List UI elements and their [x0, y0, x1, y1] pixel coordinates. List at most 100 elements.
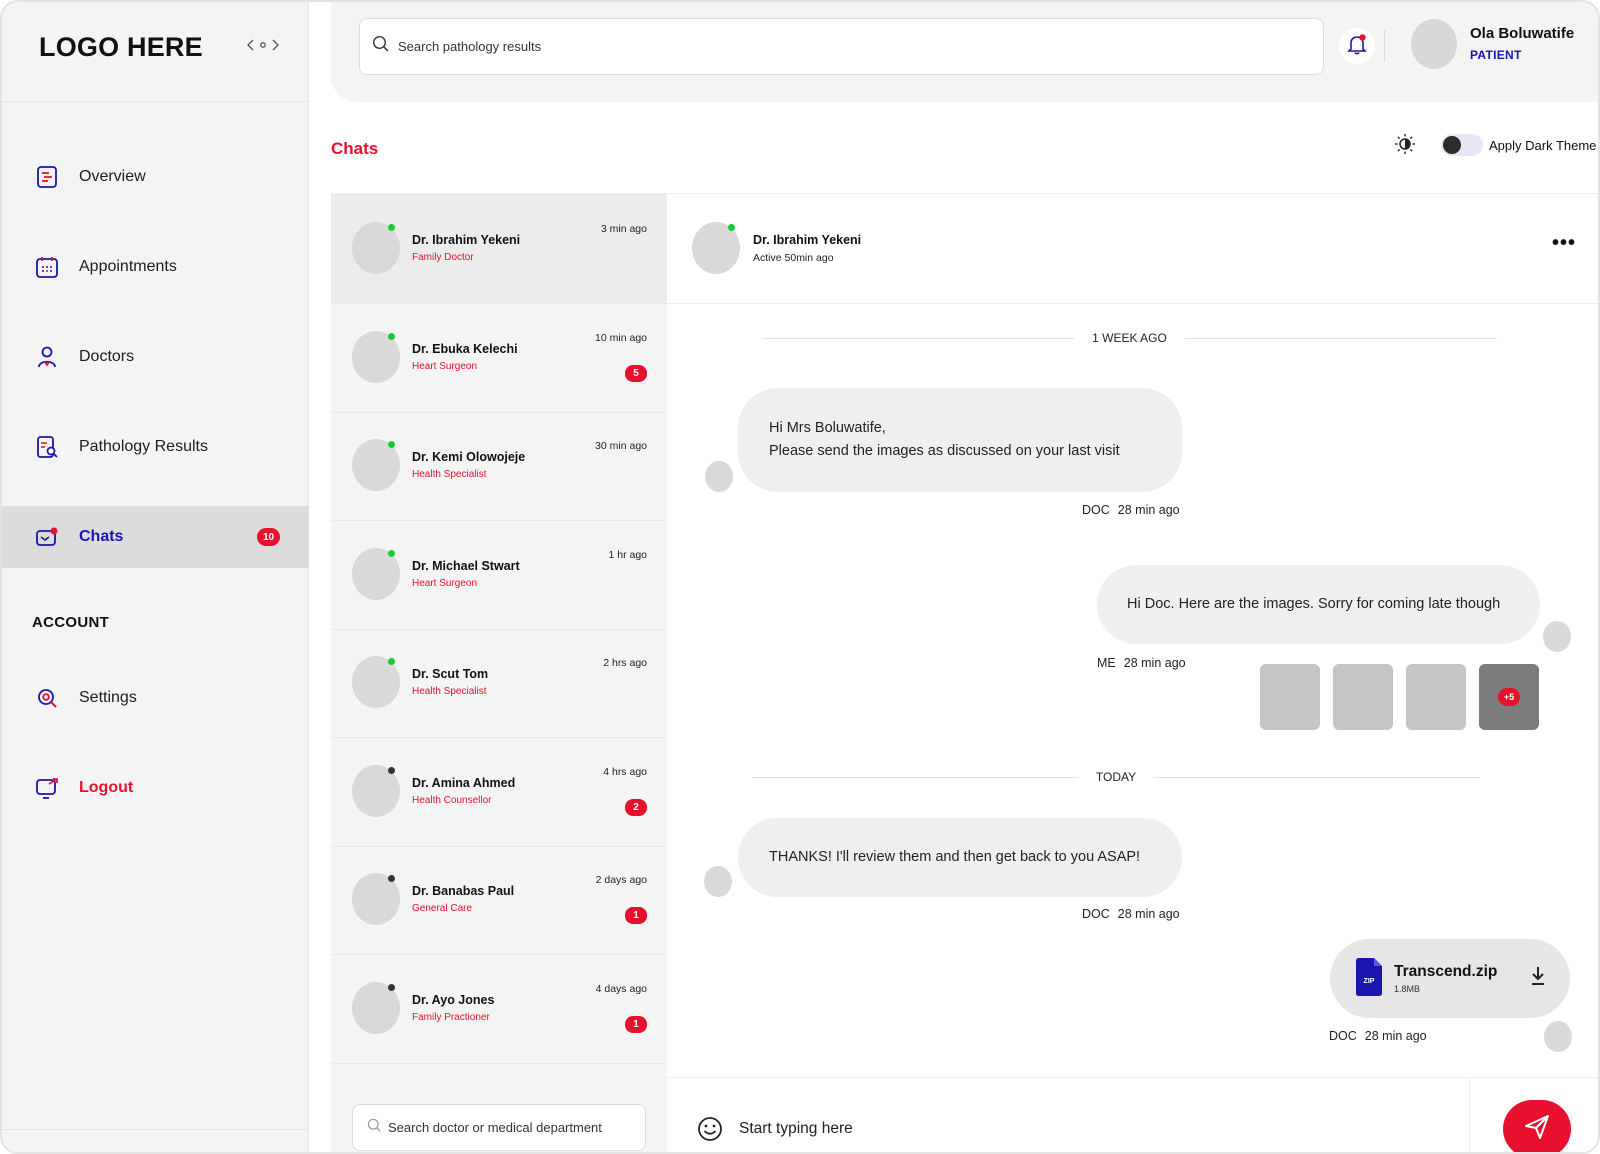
last-message-time: 4 hrs ago [603, 765, 647, 778]
collapse-sidebar-icon[interactable] [246, 38, 280, 55]
doctor-role: Health Specialist [412, 686, 487, 697]
message-time: 28 min ago [1364, 1029, 1427, 1043]
unread-badge: 10 [257, 528, 280, 546]
send-button[interactable] [1503, 1100, 1571, 1152]
more-horizontal-icon[interactable]: ••• [1552, 232, 1576, 255]
image-thumbnail[interactable] [1333, 664, 1393, 730]
file-name: Transcend.zip [1394, 963, 1498, 980]
search-input[interactable] [398, 39, 1278, 54]
send-icon [1523, 1113, 1551, 1146]
divider-label: 1 WEEK AGO [1092, 331, 1167, 345]
contact-name: Dr. Ibrahim Yekeni [753, 233, 862, 247]
settings-icon [35, 686, 59, 710]
doctor-name: Dr. Ayo Jones [412, 992, 495, 1007]
sidebar-item-logout[interactable]: Logout [2, 757, 309, 819]
logout-icon [35, 776, 59, 800]
doctor-search[interactable] [352, 1104, 646, 1151]
conversation-item[interactable]: Dr. Ayo Jones Family Practioner 4 days ago… [331, 953, 667, 1064]
sidebar-item-doctors[interactable]: Doctors [2, 326, 309, 388]
doctor-role: Health Specialist [412, 469, 487, 480]
conversation-item[interactable]: Dr. Ebuka Kelechi Heart Surgeon 10 min ago… [331, 302, 667, 413]
more-images-thumbnail[interactable]: +5 [1479, 664, 1539, 730]
dark-theme-label: Apply Dark Theme [1489, 138, 1597, 153]
doctor-name: Dr. Ibrahim Yekeni [412, 233, 521, 247]
divider [1384, 30, 1385, 62]
message-text: Please send the images as discussed on y… [769, 443, 1120, 459]
conversation-item[interactable]: Dr. Banabas Paul General Care 2 days ago 1 [331, 844, 667, 955]
conversation-item[interactable]: Dr. Ibrahim Yekeni Family Doctor 3 min ago [331, 193, 667, 304]
presence-indicator [388, 224, 395, 231]
message-text: Hi Mrs Boluwatife, [769, 420, 886, 436]
file-attachment[interactable]: ZIP Transcend.zip 1.8MB [1330, 939, 1570, 1018]
sidebar-item-appointments[interactable]: Appointments [2, 236, 309, 298]
message-input[interactable] [739, 1116, 1439, 1142]
doctor-role: Family Practioner [412, 1011, 490, 1023]
conversation-item[interactable]: Dr. Michael Stwart Heart Surgeon 1 hr ago [331, 519, 667, 630]
doctor-role: Health Counsellor [412, 794, 492, 806]
online-indicator [728, 224, 735, 231]
presence-indicator [388, 983, 395, 991]
svg-text:ZIP: ZIP [1364, 978, 1375, 985]
brand-area: LOGO HERE [2, 2, 309, 102]
report-icon [35, 435, 59, 459]
conversation-item[interactable]: Dr. Kemi Olowojeje Health Specialist 30 mi… [331, 410, 667, 521]
sidebar: LOGO HERE Overview Appointments Doctors [2, 2, 309, 1152]
dark-theme-toggle[interactable] [1441, 134, 1483, 156]
unread-badge: 1 [625, 907, 647, 924]
message-meta: DOC 28 min ago [1082, 503, 1180, 517]
last-message-time: 1 hr ago [608, 548, 647, 561]
chat-icon [35, 525, 59, 549]
doctor-name: Dr. Kemi Olowojeje [412, 450, 526, 464]
pathology-search[interactable] [359, 18, 1324, 75]
sidebar-item-pathology-results[interactable]: Pathology Results [2, 416, 309, 478]
conversation-list: Dr. Ibrahim Yekeni Family Doctor 3 min ago… [331, 193, 667, 1152]
message-bubble: THANKS! I'll review them and then get ba… [738, 818, 1182, 897]
sidebar-item-chats[interactable]: Chats 10 [2, 506, 309, 568]
conversation-header: Dr. Ibrahim Yekeni Active 50min ago ••• [667, 194, 1598, 304]
doctor-search-input[interactable] [388, 1120, 638, 1135]
sender-label: ME [1097, 656, 1116, 670]
sidebar-item-settings[interactable]: Settings [2, 667, 309, 729]
presence-indicator [388, 441, 395, 448]
sidebar-item-label: Chats [79, 528, 124, 545]
sidebar-item-label: Overview [79, 168, 146, 185]
message-bubble: Hi Doc. Here are the images. Sorry for c… [1097, 565, 1540, 644]
message-time: 28 min ago [1123, 656, 1186, 670]
doctor-name: Dr. Banabas Paul [412, 884, 515, 898]
presence-indicator [388, 332, 395, 340]
last-message-time: 30 min ago [595, 440, 647, 452]
last-message-time: 2 hrs ago [603, 657, 647, 669]
doctor-icon [35, 345, 59, 369]
sender-label: DOC [1082, 907, 1110, 921]
image-thumbnail[interactable] [1406, 664, 1466, 730]
emoji-icon[interactable] [697, 1116, 723, 1142]
presence-indicator [388, 875, 395, 882]
date-divider: 1 WEEK AGO [762, 331, 1498, 345]
presence-indicator [388, 658, 395, 665]
doctor-role: Heart Surgeon [412, 360, 478, 372]
image-thumbnail[interactable] [1260, 664, 1320, 730]
doctor-name: Dr. Scut Tom [412, 667, 489, 681]
doctor-name: Dr. Michael Stwart [412, 558, 520, 573]
user-avatar[interactable] [1411, 19, 1457, 69]
sidebar-item-overview[interactable]: Overview [2, 146, 309, 208]
conversation-item[interactable]: Dr. Scut Tom Health Specialist 2 hrs ago [331, 627, 667, 738]
sidebar-item-label: Settings [79, 689, 137, 706]
divider-label: TODAY [1095, 770, 1137, 784]
message-composer [667, 1077, 1598, 1152]
unread-badge: 2 [625, 798, 647, 816]
conversation-item[interactable]: Dr. Amina Ahmed Health Counsellor 4 hrs ag… [331, 736, 667, 847]
logo: LOGO HERE [39, 32, 203, 62]
sidebar-item-label: Appointments [79, 258, 177, 275]
toggle-knob [1443, 136, 1461, 154]
notifications-button[interactable] [1339, 28, 1375, 64]
message-meta: DOC 28 min ago [1329, 1029, 1427, 1043]
last-message-time: 2 days ago [595, 874, 647, 886]
unread-badge: 1 [625, 1015, 647, 1033]
brightness-icon[interactable] [1394, 133, 1416, 155]
avatar [1543, 621, 1571, 652]
sidebar-item-label: Doctors [79, 348, 135, 365]
presence-indicator [388, 766, 395, 774]
download-icon[interactable] [1528, 965, 1548, 987]
last-message-time: 4 days ago [595, 982, 647, 995]
